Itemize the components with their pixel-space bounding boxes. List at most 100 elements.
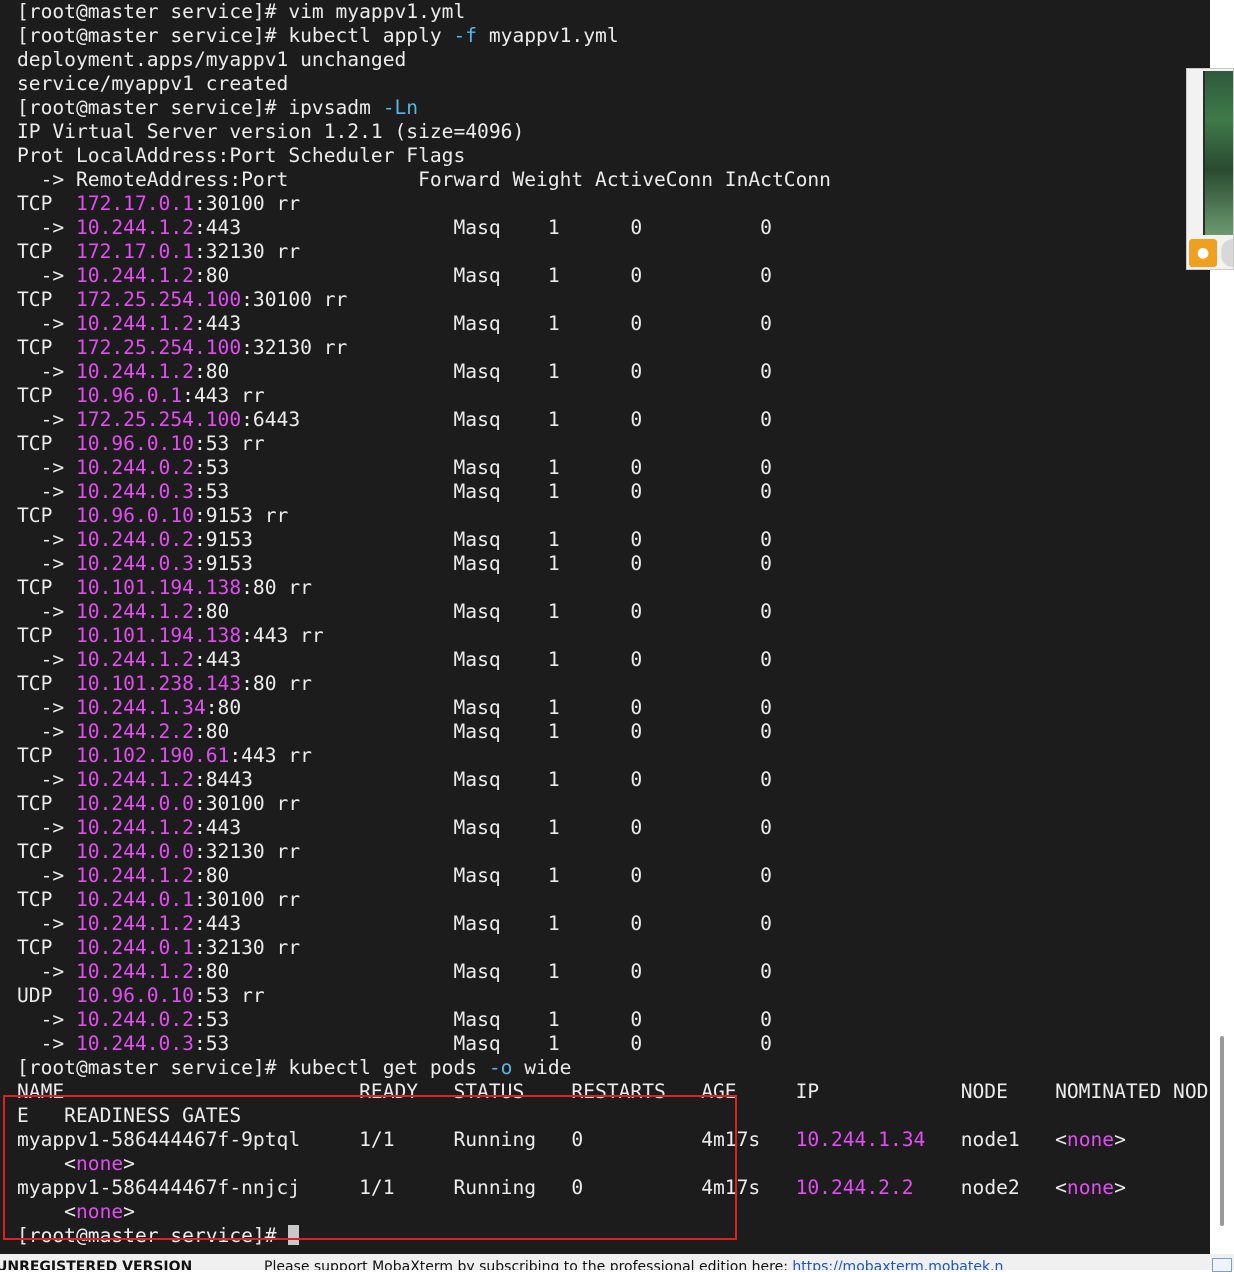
terminal-text: -> [17, 648, 76, 671]
panel-edge-tab[interactable] [1221, 239, 1233, 267]
terminal-text: wide [512, 1056, 572, 1079]
terminal-text: 10.244.0.2 [75, 528, 194, 551]
terminal-text: :30100 rr [193, 792, 301, 815]
terminal-text: TCP [17, 624, 76, 647]
mobaxterm-link[interactable]: https://mobaxterm.mobatek.n [792, 1259, 1003, 1270]
terminal-line: -> 10.244.1.2:80 Masq 1 0 0 [17, 264, 772, 288]
terminal-text: :9153 rr [193, 504, 289, 527]
terminal-text: :443 Masq 1 0 0 [193, 816, 772, 839]
terminal-line: TCP 10.96.0.1:443 rr [17, 384, 265, 408]
terminal-window[interactable]: [root@master service]# vim myappv1.yml [r… [0, 0, 1210, 1254]
terminal-text: myappv1-586444467f-nnjcj 1/1 Running 0 4… [17, 1176, 796, 1199]
terminal-text: :80 rr [241, 576, 312, 599]
terminal-text: :53 Masq 1 0 0 [193, 456, 772, 479]
terminal-line: TCP 10.244.0.1:32130 rr [17, 936, 300, 960]
support-message: Please support MobaXterm by subscribing … [264, 1254, 1003, 1270]
terminal-text: :80 Masq 1 0 0 [193, 264, 772, 287]
terminal-line: -> 10.244.1.2:443 Masq 1 0 0 [17, 312, 772, 336]
terminal-line: IP Virtual Server version 1.2.1 (size=40… [17, 120, 524, 144]
terminal-line: Prot LocalAddress:Port Scheduler Flags [17, 144, 465, 168]
terminal-text: TCP [17, 672, 76, 695]
terminal-text: Prot LocalAddress:Port Scheduler Flags [17, 144, 466, 167]
terminal-text: 172.17.0.1 [75, 240, 194, 263]
terminal-text: -> [17, 720, 76, 743]
terminal-line: TCP 172.25.254.100:30100 rr [17, 288, 347, 312]
terminal-text: :32130 rr [193, 240, 301, 263]
terminal-line: TCP 172.17.0.1:30100 rr [17, 192, 300, 216]
terminal-text: < [17, 1152, 76, 1175]
terminal-text: :8443 Masq 1 0 0 [193, 768, 772, 791]
terminal-text: < [17, 1200, 76, 1223]
terminal-text: :53 rr [193, 432, 265, 455]
terminal-text: 10.244.0.3 [75, 480, 194, 503]
terminal-text: 10.96.0.10 [75, 432, 194, 455]
terminal-text: -> [17, 528, 76, 551]
terminal-line: TCP 10.96.0.10:53 rr [17, 432, 265, 456]
terminal-text: :53 Masq 1 0 0 [193, 1008, 772, 1031]
terminal-text: myappv1.yml [477, 24, 619, 47]
terminal-text: 10.244.1.2 [75, 600, 194, 623]
terminal-text: :80 Masq 1 0 0 [193, 864, 772, 887]
terminal-text: [root@master service]# [17, 1224, 289, 1247]
terminal-line: [root@master service]# vim myappv1.yml [17, 0, 465, 24]
terminal-line: -> 10.244.1.2:80 Masq 1 0 0 [17, 960, 772, 984]
scrollbar-thumb[interactable] [1220, 1036, 1224, 1226]
terminal-line: service/myappv1 created [17, 72, 288, 96]
terminal-line: UDP 10.96.0.10:53 rr [17, 984, 265, 1008]
terminal-line: -> 10.244.2.2:80 Masq 1 0 0 [17, 720, 772, 744]
terminal-text: 10.244.1.2 [75, 960, 194, 983]
terminal-line: TCP 10.101.238.143:80 rr [17, 672, 312, 696]
terminal-text: :443 rr [241, 624, 324, 647]
terminal-text: service/myappv1 created [17, 72, 289, 95]
terminal-text: :30100 rr [241, 288, 348, 311]
terminal-text: E READINESS GATES [17, 1104, 242, 1127]
side-preview-panel[interactable]: ● [1186, 68, 1234, 270]
terminal-text: 10.96.0.10 [75, 504, 194, 527]
terminal-text: -> [17, 408, 76, 431]
terminal-text: none [1066, 1176, 1115, 1199]
terminal-line: [root@master service]# kubectl get pods … [17, 1056, 571, 1080]
terminal-line: -> 10.244.1.2:80 Masq 1 0 0 [17, 360, 772, 384]
terminal-text: 10.244.1.2 [75, 264, 194, 287]
terminal-text: :53 rr [193, 984, 265, 1007]
terminal-text: -> [17, 312, 76, 335]
terminal-text: 172.25.254.100 [75, 408, 242, 431]
terminal-text: 10.244.1.2 [75, 864, 194, 887]
terminal-text: IP Virtual Server version 1.2.1 (size=40… [17, 120, 525, 143]
terminal-line: <none> [17, 1152, 135, 1176]
terminal-text: 10.244.1.34 [795, 1128, 926, 1151]
terminal-line: -> 10.244.0.2:53 Masq 1 0 0 [17, 1008, 772, 1032]
terminal-line: -> 10.244.0.3:53 Masq 1 0 0 [17, 1032, 772, 1056]
terminal-text: [root@master service]# ipvsadm [17, 96, 383, 119]
terminal-text: 10.244.2.2 [75, 720, 194, 743]
terminal-text: -> [17, 480, 76, 503]
terminal-text: -> RemoteAddress:Port Forward Weight Act… [17, 168, 831, 191]
terminal-text: TCP [17, 888, 76, 911]
terminal-text: TCP [17, 840, 76, 863]
window-thumbnail[interactable] [1203, 71, 1233, 235]
terminal-text: :80 Masq 1 0 0 [193, 360, 772, 383]
terminal-line: -> 10.244.1.2:80 Masq 1 0 0 [17, 600, 772, 624]
terminal-line: myappv1-586444467f-nnjcj 1/1 Running 0 4… [17, 1176, 1126, 1200]
status-bar: UNREGISTERED VERSION Please support Moba… [0, 1254, 1234, 1270]
terminal-text: 10.244.1.34 [75, 696, 206, 719]
terminal-text: UDP [17, 984, 76, 1007]
terminal-text: -> [17, 216, 76, 239]
terminal-text: 172.17.0.1 [75, 192, 194, 215]
terminal-text: > [1114, 1128, 1126, 1151]
terminal-line: -> 10.244.1.2:443 Masq 1 0 0 [17, 216, 772, 240]
terminal-text: 10.101.238.143 [75, 672, 242, 695]
terminal-line: -> 10.244.0.2:9153 Masq 1 0 0 [17, 528, 772, 552]
terminal-text: 10.102.190.61 [75, 744, 230, 767]
terminal-text: :80 Masq 1 0 0 [193, 720, 772, 743]
terminal-text: -> [17, 912, 76, 935]
terminal-line: [root@master service]# kubectl apply -f … [17, 24, 619, 48]
terminal-text: TCP [17, 336, 76, 359]
terminal-text: 10.244.1.2 [75, 312, 194, 335]
terminal-line: -> 10.244.1.2:443 Masq 1 0 0 [17, 912, 772, 936]
user-icon[interactable]: ● [1189, 239, 1217, 267]
terminal-text: 10.101.194.138 [75, 624, 242, 647]
terminal-line: TCP 172.25.254.100:32130 rr [17, 336, 347, 360]
terminal-text: :32130 rr [193, 936, 301, 959]
terminal-line: -> 10.244.1.2:8443 Masq 1 0 0 [17, 768, 772, 792]
